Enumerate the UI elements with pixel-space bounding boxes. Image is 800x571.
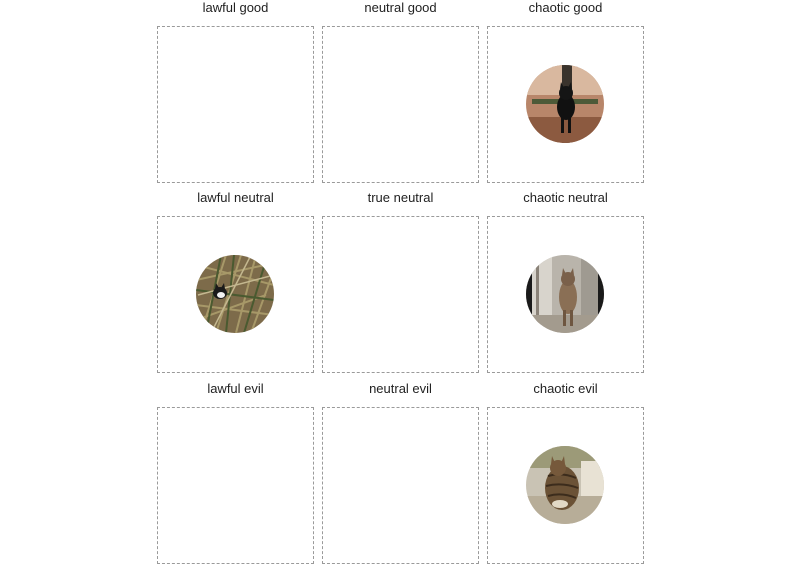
drop-zone-neutral-good[interactable] [322,26,479,183]
cell-chaotic-neutral: chaotic neutral [487,190,644,380]
drop-zone-true-neutral[interactable] [322,216,479,373]
cell-label: chaotic neutral [523,190,608,205]
cell-lawful-neutral: lawful neutral [157,190,314,380]
standing-tabby-cat-photo[interactable] [526,255,604,333]
cell-chaotic-evil: chaotic evil [487,381,644,571]
drop-zone-lawful-neutral[interactable] [157,216,314,373]
lounging-tabby-cat-image [526,446,604,524]
cell-lawful-evil: lawful evil [157,381,314,571]
cell-chaotic-good: chaotic good [487,0,644,190]
cell-label: lawful neutral [197,190,274,205]
cell-label: neutral evil [369,381,432,396]
cell-label: lawful evil [207,381,264,396]
cat-in-grass-photo[interactable] [196,255,274,333]
lounging-tabby-cat-photo[interactable] [526,446,604,524]
black-cat-image [526,65,604,143]
cell-label: true neutral [367,190,434,205]
cell-lawful-good: lawful good [157,0,314,190]
drop-zone-chaotic-neutral[interactable] [487,216,644,373]
cell-neutral-good: neutral good [322,0,479,190]
black-cat-photo[interactable] [526,65,604,143]
cell-label: chaotic evil [533,381,598,396]
cell-neutral-evil: neutral evil [322,381,479,571]
cell-label: lawful good [202,0,269,15]
drop-zone-neutral-evil[interactable] [322,407,479,564]
cell-label: neutral good [364,0,437,15]
drop-zone-chaotic-good[interactable] [487,26,644,183]
cell-true-neutral: true neutral [322,190,479,380]
drop-zone-chaotic-evil[interactable] [487,407,644,564]
standing-tabby-cat-image [526,255,604,333]
cat-in-grass-image [196,255,274,333]
drop-zone-lawful-good[interactable] [157,26,314,183]
drop-zone-lawful-evil[interactable] [157,407,314,564]
cell-label: chaotic good [528,0,603,15]
